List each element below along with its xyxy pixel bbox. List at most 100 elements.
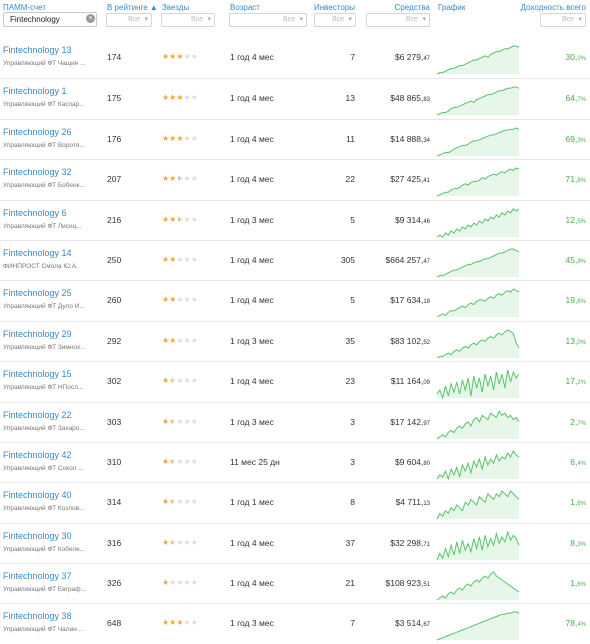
account-name-link[interactable]: Fintechnology 26	[3, 127, 72, 137]
star-empty-icon: ★	[190, 618, 198, 628]
account-name-link[interactable]: Fintechnology 29	[3, 329, 72, 339]
column-investors[interactable]: Инвесторы	[305, 3, 355, 12]
rating-filter-select[interactable]: Все	[106, 13, 152, 27]
age-filter-select[interactable]: Все	[229, 13, 307, 27]
yield-sparkline[interactable]	[436, 40, 520, 76]
funds-value: $6 279,47	[360, 52, 430, 62]
total-yield: 2,7%	[530, 417, 586, 427]
column-funds[interactable]: Средства	[360, 3, 430, 12]
funds-cents: 46	[423, 218, 430, 225]
funds-main: $27 425,	[390, 174, 424, 185]
manager-name: Управляющий ФТ НПосл...	[3, 384, 84, 392]
funds-cents: 18	[423, 299, 430, 306]
column-age[interactable]: Возраст	[230, 3, 260, 12]
funds-value: $83 102,52	[360, 336, 430, 346]
stars-filter-select[interactable]: Все	[161, 13, 215, 27]
yield-main: 71,	[565, 174, 578, 185]
account-name-link[interactable]: Fintechnology 38	[3, 611, 72, 621]
column-account[interactable]: ПАММ-счет	[3, 3, 46, 12]
funds-cents: 52	[423, 339, 430, 346]
yield-sparkline[interactable]	[436, 606, 520, 642]
column-yield[interactable]: Доходность всего	[520, 3, 586, 12]
yield-sparkline[interactable]	[436, 405, 520, 441]
yield-sparkline[interactable]	[436, 81, 520, 117]
yield-sparkline[interactable]	[436, 485, 520, 521]
yield-sparkline[interactable]	[436, 526, 520, 562]
funds-value: $664 257,47	[360, 255, 430, 265]
table-row[interactable]: Fintechnology 38 Управляющий ФТ Чалин ...…	[0, 603, 590, 643]
table-row[interactable]: Fintechnology 22 Управляющий ФТ Захаро...…	[0, 401, 590, 442]
clear-search-icon[interactable]: ×	[86, 14, 95, 23]
yield-main: 19,	[565, 295, 578, 306]
funds-main: $17 634,	[390, 295, 424, 306]
star-empty-icon: ★	[176, 376, 184, 386]
account-name-link[interactable]: Fintechnology 15	[3, 369, 72, 379]
investors-count: 5	[350, 295, 355, 306]
yield-decimal: 0%	[577, 56, 586, 62]
account-age: 1 год 3 мес	[230, 214, 274, 225]
funds-value: $17 634,18	[360, 295, 430, 305]
account-age: 1 год 3 мес	[230, 416, 274, 427]
total-yield: 69,3%	[530, 134, 587, 144]
total-yield: 17,2%	[530, 376, 587, 386]
account-name-link[interactable]: Fintechnology 40	[3, 490, 72, 500]
account-search-input[interactable]: Fintechnology	[3, 12, 97, 27]
table-row[interactable]: Fintechnology 14 ФИНПРОСТ Смола Ю.А. 250 ★★…	[0, 239, 590, 280]
yield-sparkline[interactable]	[436, 324, 520, 360]
funds-value: $11 164,09	[360, 376, 430, 386]
funds-filter-select[interactable]: Все	[366, 13, 430, 27]
table-row[interactable]: Fintechnology 40 Управляющий ФТ Козлов...…	[0, 482, 590, 522]
account-name-link[interactable]: Fintechnology 14	[3, 248, 72, 258]
yield-sparkline[interactable]	[436, 162, 520, 198]
star-empty-icon: ★	[190, 376, 198, 386]
table-row[interactable]: Fintechnology 37 Управляющий ФТ Евграф...…	[0, 563, 590, 603]
account-age: 1 год 3 мес	[230, 335, 274, 346]
rating-value: 250	[107, 254, 122, 265]
account-name-link[interactable]: Fintechnology 25	[3, 288, 72, 298]
table-row[interactable]: Fintechnology 15 Управляющий ФТ НПосл... 3…	[0, 361, 590, 401]
funds-value: $14 888,34	[360, 134, 430, 144]
yield-sparkline[interactable]	[436, 364, 520, 400]
account-name-link[interactable]: Fintechnology 13	[3, 45, 72, 55]
table-row[interactable]: Fintechnology 13 Управляющий ФТ Чащин ...…	[0, 38, 590, 78]
column-rating[interactable]: В рейтинге ▲	[107, 3, 158, 12]
star-empty-icon: ★	[190, 174, 198, 184]
yield-filter-select[interactable]: Все	[540, 13, 586, 27]
yield-decimal: 4%	[577, 460, 586, 467]
investors-count: 37	[345, 537, 355, 548]
manager-name: Управляющий ФТ Каспар...	[3, 101, 85, 109]
table-row[interactable]: Fintechnology 6 Управляющий ФТ Лисиц... 21…	[0, 199, 590, 240]
table-row[interactable]: Fintechnology 30 Управляющий ФТ Кобеле...…	[0, 522, 590, 563]
yield-sparkline[interactable]	[436, 122, 520, 158]
yield-sparkline[interactable]	[436, 243, 520, 279]
column-stars[interactable]: Звезды	[162, 3, 189, 12]
account-name-link[interactable]: Fintechnology 6	[3, 208, 67, 218]
yield-sparkline[interactable]	[436, 445, 520, 481]
account-name-link[interactable]: Fintechnology 1	[3, 86, 67, 96]
account-name-link[interactable]: Fintechnology 22	[3, 410, 72, 420]
account-name-link[interactable]: Fintechnology 30	[3, 531, 72, 541]
star-rating: ★★★★★	[162, 215, 198, 224]
account-name-link[interactable]: Fintechnology 37	[3, 571, 72, 581]
manager-name: Управляющий ФТ Кобеле...	[3, 545, 86, 553]
yield-sparkline[interactable]	[436, 566, 520, 602]
table-row[interactable]: Fintechnology 29 Управляющий ФТ Зимнох...…	[0, 320, 590, 361]
table-row[interactable]: Fintechnology 32 Управляющий ФТ Бобенк...…	[0, 159, 590, 199]
star-full-icon: ★	[176, 618, 184, 628]
investors-filter-select[interactable]: Все	[314, 13, 356, 27]
yield-decimal: 6%	[577, 299, 586, 306]
table-row[interactable]: Fintechnology 26 Управляющий ФТ Воротя...…	[0, 118, 590, 159]
account-name-link[interactable]: Fintechnology 32	[3, 167, 72, 177]
account-name-link[interactable]: Fintechnology 42	[3, 450, 72, 460]
table-row[interactable]: Fintechnology 42 Управляющий ФТ Сокол ...…	[0, 441, 590, 482]
yield-main: 45,	[565, 254, 578, 265]
table-row[interactable]: Fintechnology 25 Управляющий ФТ Дуло И...…	[0, 280, 590, 320]
funds-main: $4 711,	[395, 497, 424, 508]
star-empty-icon: ★	[183, 618, 191, 628]
investors-count: 8	[350, 497, 355, 508]
account-age: 1 год 1 мес	[230, 497, 274, 508]
star-empty-icon: ★	[190, 497, 198, 507]
table-row[interactable]: Fintechnology 1 Управляющий ФТ Каспар... 1…	[0, 78, 590, 118]
yield-sparkline[interactable]	[436, 203, 520, 239]
yield-sparkline[interactable]	[436, 283, 520, 319]
